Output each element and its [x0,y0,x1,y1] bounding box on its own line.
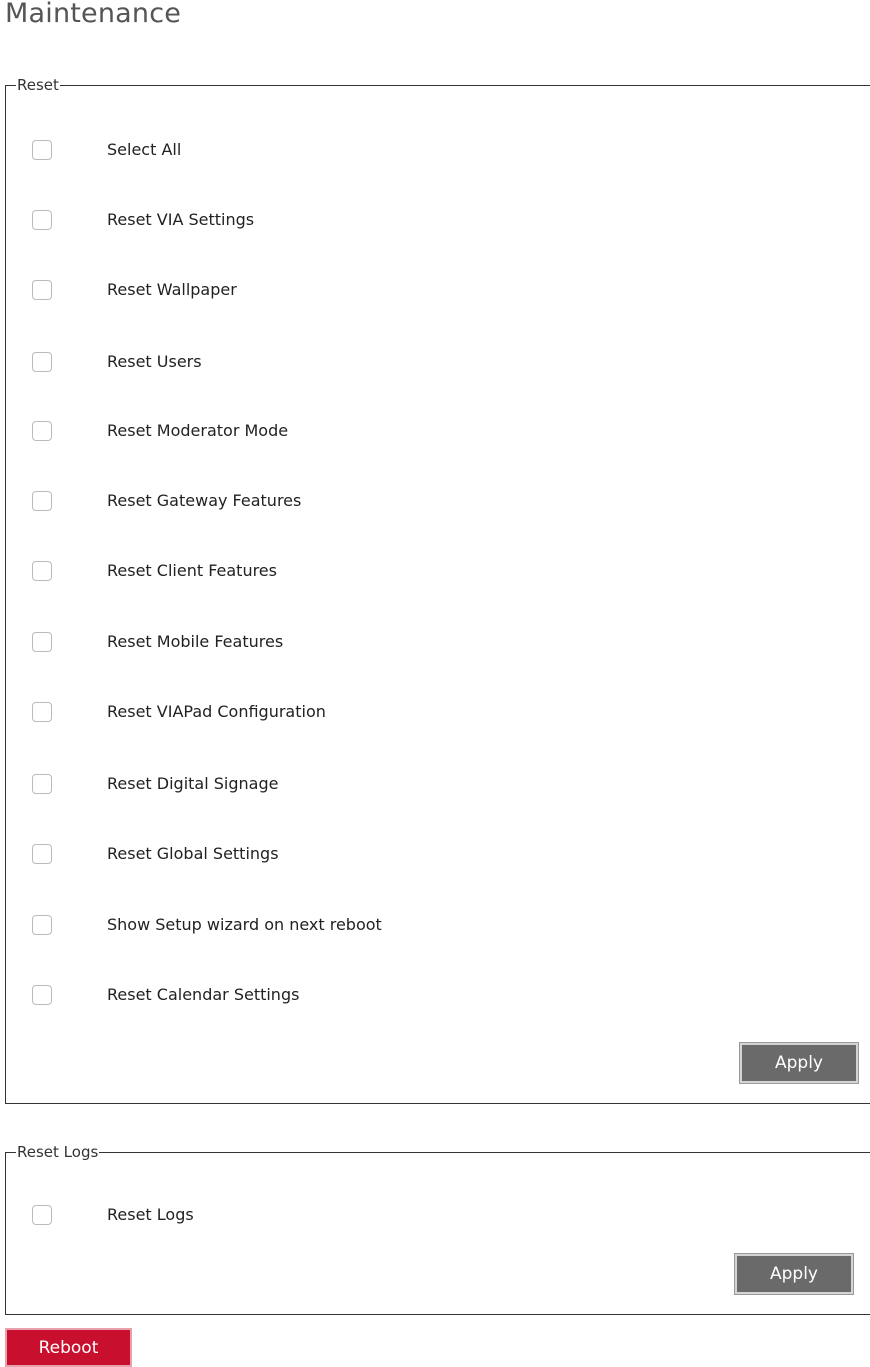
reset-legend: Reset [16,76,60,94]
reset-client-features-label: Reset Client Features [107,561,277,580]
reset-calendar-settings-checkbox[interactable] [32,985,52,1005]
reset-users-checkbox[interactable] [32,352,52,372]
reset-users-label: Reset Users [107,352,202,371]
reset-digital-signage-checkbox[interactable] [32,774,52,794]
reset-logs-apply-button[interactable]: Apply [735,1254,853,1294]
reset-global-settings-checkbox[interactable] [32,844,52,864]
reset-mobile-features-checkbox[interactable] [32,632,52,652]
select-all-label: Select All [107,140,182,159]
reset-global-settings-label: Reset Global Settings [107,844,279,863]
reset-moderator-mode-checkbox[interactable] [32,421,52,441]
reset-apply-button[interactable]: Apply [740,1043,858,1083]
reset-viapad-configuration-checkbox[interactable] [32,702,52,722]
reset-fieldset: Reset Select All Reset VIA Settings Rese… [5,76,870,1104]
reset-calendar-settings-label: Reset Calendar Settings [107,985,300,1004]
reset-moderator-mode-label: Reset Moderator Mode [107,421,289,440]
reset-logs-legend: Reset Logs [16,1143,100,1161]
reset-logs-label: Reset Logs [107,1205,194,1224]
page-title: Maintenance [5,0,182,29]
reset-via-settings-label: Reset VIA Settings [107,210,255,229]
setup-wizard-checkbox[interactable] [32,915,52,935]
select-all-checkbox[interactable] [32,140,52,160]
reset-client-features-checkbox[interactable] [32,561,52,581]
reboot-button[interactable]: Reboot [5,1328,132,1367]
reset-gateway-features-checkbox[interactable] [32,491,52,511]
reset-viapad-configuration-label: Reset VIAPad Configuration [107,702,326,721]
reset-mobile-features-label: Reset Mobile Features [107,632,284,651]
reset-wallpaper-label: Reset Wallpaper [107,280,237,299]
reset-digital-signage-label: Reset Digital Signage [107,774,279,793]
reset-via-settings-checkbox[interactable] [32,210,52,230]
setup-wizard-label: Show Setup wizard on next reboot [107,915,382,934]
reset-gateway-features-label: Reset Gateway Features [107,491,302,510]
reset-logs-checkbox[interactable] [32,1205,52,1225]
reset-logs-fieldset: Reset Logs Reset Logs Apply [5,1143,870,1315]
reset-wallpaper-checkbox[interactable] [32,280,52,300]
